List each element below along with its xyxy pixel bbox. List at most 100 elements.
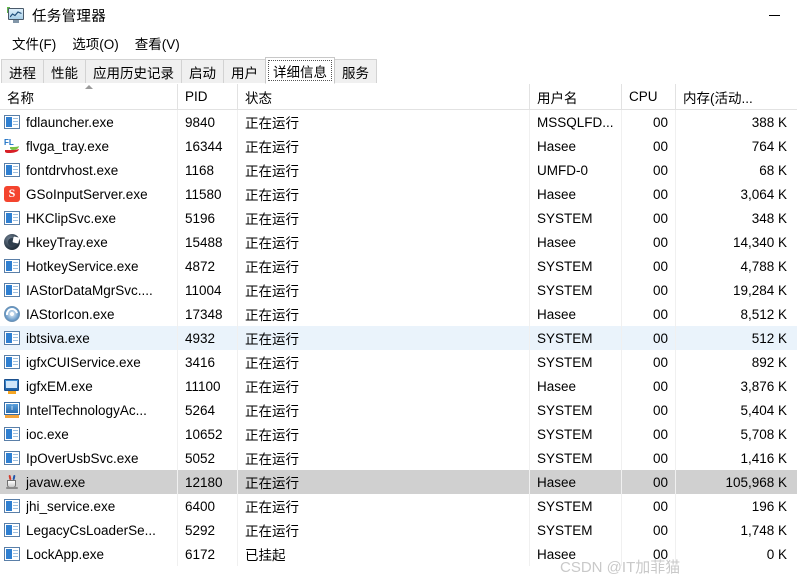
sogou-input-icon: S	[4, 186, 20, 202]
cell-pid: 5292	[178, 518, 238, 542]
iastor-icon	[3, 305, 21, 323]
cell-process-name: HkeyTray.exe	[0, 230, 178, 254]
cell-username: Hasee	[530, 134, 622, 158]
cell-process-name: IAStorDataMgrSvc....	[0, 278, 178, 302]
table-row[interactable]: HotkeyService.exe 4872 正在运行 SYSTEM 00 4,788 K	[0, 254, 797, 278]
tab-startup-label: 启动	[189, 66, 216, 81]
cell-cpu: 00	[622, 182, 676, 206]
table-row[interactable]: S GSoInputServer.exe 11580 正在运行 Hasee 00 3,064…	[0, 182, 797, 206]
cell-cpu: 00	[622, 398, 676, 422]
column-cpu[interactable]: CPU	[622, 84, 676, 109]
flvga-tray-icon: FL	[4, 138, 20, 154]
cell-process-name: fdlauncher.exe	[0, 110, 178, 134]
table-row[interactable]: ioc.exe 10652 正在运行 SYSTEM 00 5,708 K	[0, 422, 797, 446]
cell-status: 正在运行	[238, 182, 530, 206]
column-username[interactable]: 用户名	[530, 84, 622, 109]
minimize-button[interactable]	[751, 0, 797, 30]
cell-status: 正在运行	[238, 374, 530, 398]
minimize-icon	[768, 14, 780, 16]
cell-username: SYSTEM	[530, 518, 622, 542]
cell-process-name: igfxEM.exe	[0, 374, 178, 398]
cell-username: Hasee	[530, 182, 622, 206]
cell-status: 正在运行	[238, 422, 530, 446]
executable-icon	[4, 354, 20, 370]
process-name-label: IAStorDataMgrSvc....	[26, 282, 153, 298]
table-row[interactable]: FL flvga_tray.exe 16344 正在运行 Hasee 00 764 K	[0, 134, 797, 158]
cell-pid: 15488	[178, 230, 238, 254]
table-row[interactable]: javaw.exe 12180 正在运行 Hasee 00 105,968 K	[0, 470, 797, 494]
table-row[interactable]: igfxEM.exe 11100 正在运行 Hasee 00 3,876 K	[0, 374, 797, 398]
cell-memory: 348 K	[751, 210, 787, 226]
tab-app-history[interactable]: 应用历史记录	[85, 59, 182, 84]
menu-view[interactable]: 查看(V)	[127, 31, 188, 55]
process-name-label: fontdrvhost.exe	[26, 162, 119, 178]
menu-options[interactable]: 选项(O)	[64, 31, 127, 55]
table-row[interactable]: igfxCUIService.exe 3416 正在运行 SYSTEM 00 892 K	[0, 350, 797, 374]
cell-cpu: 00	[622, 230, 676, 254]
intel-technology-icon: i	[4, 402, 20, 418]
menu-file[interactable]: 文件(F)	[4, 31, 64, 55]
cell-username: Hasee	[530, 470, 622, 494]
table-row[interactable]: i IntelTechnologyAc... 5264 正在运行 SYSTEM 00 5,4…	[0, 398, 797, 422]
cell-username: Hasee	[530, 374, 622, 398]
column-status[interactable]: 状态	[238, 84, 530, 109]
cell-cpu: 00	[622, 494, 676, 518]
cell-process-name: FL flvga_tray.exe	[0, 134, 178, 158]
table-row[interactable]: HKClipSvc.exe 5196 正在运行 SYSTEM 00 348 K	[0, 206, 797, 230]
table-row[interactable]: IpOverUsbSvc.exe 5052 正在运行 SYSTEM 00 1,416 K	[0, 446, 797, 470]
cell-cpu: 00	[622, 254, 676, 278]
cell-username: Hasee	[530, 542, 622, 566]
tab-users[interactable]: 用户	[223, 59, 266, 84]
cell-status: 正在运行	[238, 398, 530, 422]
cell-memory: 1,748 K	[740, 522, 787, 538]
cell-memory: 764 K	[751, 138, 787, 154]
java-icon	[4, 474, 20, 490]
cell-process-name: fontdrvhost.exe	[0, 158, 178, 182]
column-name-label: 名称	[7, 90, 34, 106]
cell-status: 正在运行	[238, 110, 530, 134]
cell-username: Hasee	[530, 302, 622, 326]
column-memory[interactable]: 内存(活动...	[676, 84, 797, 109]
cell-pid: 11580	[178, 182, 238, 206]
process-name-label: GSoInputServer.exe	[26, 186, 148, 202]
cell-cpu: 00	[622, 470, 676, 494]
column-name[interactable]: 名称	[0, 84, 178, 109]
taskmanager-icon	[7, 6, 25, 24]
cell-cpu: 00	[622, 518, 676, 542]
table-row[interactable]: LockApp.exe 6172 已挂起 Hasee 00 0 K	[0, 542, 797, 566]
process-name-label: jhi_service.exe	[26, 498, 116, 514]
cell-status: 正在运行	[238, 350, 530, 374]
process-name-label: LockApp.exe	[26, 546, 105, 562]
table-row[interactable]: fdlauncher.exe 9840 正在运行 MSSQLFD... 00 388 K	[0, 110, 797, 134]
column-pid[interactable]: PID	[178, 84, 238, 109]
menu-bar: 文件(F) 选项(O) 查看(V)	[0, 30, 797, 55]
column-status-label: 状态	[245, 90, 272, 106]
cell-cpu: 00	[622, 542, 676, 566]
cell-process-name: LegacyCsLoaderSe...	[0, 518, 178, 542]
executable-icon	[4, 426, 20, 442]
process-name-label: fdlauncher.exe	[26, 114, 114, 130]
table-row[interactable]: IAStorDataMgrSvc.... 11004 正在运行 SYSTEM 00 19,…	[0, 278, 797, 302]
table-row[interactable]: fontdrvhost.exe 1168 正在运行 UMFD-0 00 68 K	[0, 158, 797, 182]
cell-status: 正在运行	[238, 230, 530, 254]
tab-performance[interactable]: 性能	[43, 59, 86, 84]
table-row[interactable]: IAStorIcon.exe 17348 正在运行 Hasee 00 8,512 K	[0, 302, 797, 326]
tab-startup[interactable]: 启动	[181, 59, 224, 84]
tab-services[interactable]: 服务	[334, 59, 377, 84]
table-row[interactable]: ibtsiva.exe 4932 正在运行 SYSTEM 00 512 K	[0, 326, 797, 350]
tab-details[interactable]: 详细信息	[265, 57, 335, 84]
table-row[interactable]: jhi_service.exe 6400 正在运行 SYSTEM 00 196 K	[0, 494, 797, 518]
cell-username: SYSTEM	[530, 494, 622, 518]
table-row[interactable]: HkeyTray.exe 15488 正在运行 Hasee 00 14,340 K	[0, 230, 797, 254]
cell-username: SYSTEM	[530, 206, 622, 230]
cell-memory: 8,512 K	[740, 306, 787, 322]
cell-username: UMFD-0	[530, 158, 622, 182]
title-bar: 任务管理器	[0, 0, 797, 30]
hkeytray-icon	[4, 234, 20, 250]
list-header: 名称 PID 状态 用户名 CPU 内存(活动...	[0, 84, 797, 110]
table-row[interactable]: LegacyCsLoaderSe... 5292 正在运行 SYSTEM 00 1,748…	[0, 518, 797, 542]
cell-status: 正在运行	[238, 206, 530, 230]
tab-processes[interactable]: 进程	[1, 59, 44, 84]
cell-username: SYSTEM	[530, 446, 622, 470]
cell-memory: 388 K	[751, 114, 787, 130]
